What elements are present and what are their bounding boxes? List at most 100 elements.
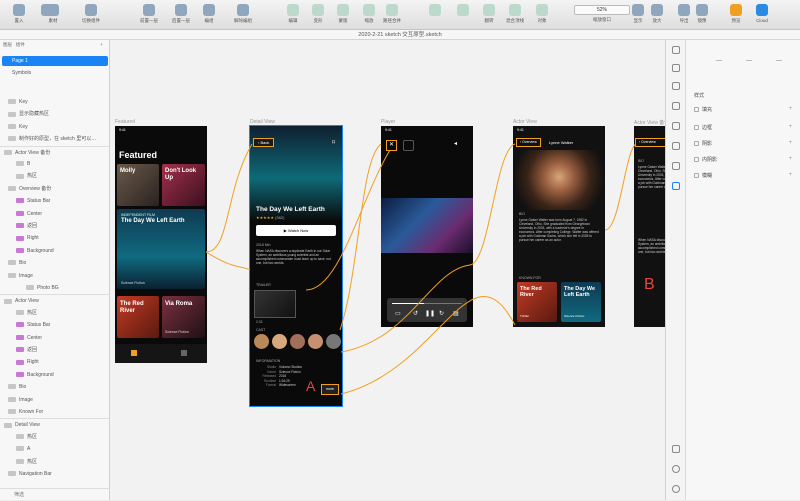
layer-label: 显示隐藏热区 [19, 111, 50, 118]
union-button[interactable]: 路径合并 [375, 3, 409, 29]
settings-icon[interactable] [672, 485, 680, 493]
layer-row[interactable]: 制作好的原型，在 sketch 里可以… [0, 133, 110, 145]
toggle-checkbox[interactable] [694, 141, 699, 146]
inspector-row-label: 样式 [694, 93, 705, 99]
lock-icon[interactable] [776, 60, 782, 61]
layer-row[interactable]: Image [0, 394, 110, 406]
ungroup-button[interactable]: 解除编组 [226, 3, 260, 29]
layer-row[interactable]: Background [0, 245, 110, 257]
union-icon [386, 4, 398, 16]
plugins-icon[interactable] [672, 162, 680, 170]
inspector-row-label[interactable]: 填充 [702, 106, 712, 113]
hotspot-icon [16, 173, 24, 179]
sync-button[interactable]: 镜像 [684, 3, 720, 29]
layer-label: Overview 备份 [19, 185, 52, 192]
toggle-checkbox[interactable] [694, 157, 699, 162]
symbol-icon [16, 334, 24, 340]
toggle-checkbox[interactable] [694, 173, 699, 178]
document-title: 2020-2-21 sketch 交互原型.sketch [0, 30, 800, 40]
swap-button[interactable]: 切换组件 [74, 3, 108, 29]
export-icon[interactable] [672, 142, 680, 150]
tab-layers[interactable]: 图层 [3, 42, 12, 47]
layer-row[interactable]: Key [0, 121, 110, 133]
preview-icon [730, 4, 742, 16]
display-button[interactable]: 显示 [620, 3, 656, 29]
toolbar: 置入 素材 切换组件 前置一层 后置一层 编组 解除编组 编辑 变形 蒙版 缩放 路径合并 翻转 混合顶线… [0, 0, 800, 30]
layer-row[interactable]: A [0, 443, 110, 455]
cloud-button[interactable]: Cloud [744, 3, 780, 29]
inspector-row-label[interactable]: 模糊 [702, 172, 712, 179]
inspector-icon[interactable] [672, 82, 680, 90]
layer-row[interactable]: 热区 [0, 456, 110, 468]
mask-icon [337, 4, 349, 16]
add-page-icon[interactable]: + [100, 40, 103, 50]
ruler-x-icon[interactable] [716, 60, 722, 61]
layer-filter[interactable]: 筛选 [0, 488, 110, 500]
layer-row[interactable]: Right [0, 356, 110, 368]
layer-row[interactable]: 显示隐藏热区 [0, 108, 110, 120]
layer-row[interactable]: Bio [0, 381, 110, 393]
layer-label: Status Bar [27, 322, 51, 329]
layer-row[interactable]: Key [0, 96, 110, 108]
layer-row[interactable]: Navigation Bar [0, 468, 110, 480]
layer-row[interactable]: 热区 [0, 431, 110, 443]
object-button[interactable]: 对象 [525, 3, 559, 29]
canvas[interactable]: Featured 9:41 Featured Molly Don't Look … [110, 40, 669, 500]
layer-label: Center [27, 334, 43, 341]
toolbar-label: 解除编组 [234, 18, 252, 23]
layer-row[interactable]: Image [0, 270, 110, 282]
layer-row[interactable]: Detail View [0, 418, 110, 430]
plus-icon [13, 4, 25, 16]
layer-label: Bio [19, 384, 27, 391]
page-item-page1[interactable]: Page 1 [2, 56, 108, 66]
text-style-icon[interactable] [672, 122, 680, 130]
inspector-row-label[interactable]: 内阴影 [702, 156, 717, 163]
layer-row[interactable]: Background [0, 369, 110, 381]
components-button[interactable]: 素材 [36, 3, 70, 29]
add-icon[interactable]: + [788, 156, 792, 162]
hotspot-icon[interactable] [672, 182, 680, 190]
layer-row[interactable]: B [0, 158, 110, 170]
symbol-icon [16, 198, 24, 204]
add-icon[interactable]: + [788, 106, 792, 112]
inspector-row-label[interactable]: 阴影 [702, 140, 712, 147]
add-icon[interactable]: + [788, 124, 792, 130]
layer-label: Image [19, 272, 33, 279]
layer-row[interactable]: Known For [0, 406, 110, 418]
forward-button[interactable]: 前置一层 [132, 3, 166, 29]
prototype-icon[interactable] [672, 102, 680, 110]
layer-row[interactable]: Status Bar [0, 319, 110, 331]
layer-row[interactable]: 返回 [0, 344, 110, 356]
inspector-row-label[interactable]: 边框 [702, 124, 712, 131]
forward-icon [143, 4, 155, 16]
distribute-icon[interactable] [672, 64, 680, 72]
layer-row[interactable]: 热区 [0, 170, 110, 182]
layer-row[interactable]: Photo BG [0, 282, 110, 294]
toolbar-label: Cloud [756, 18, 768, 23]
align-icon[interactable] [672, 46, 680, 54]
layer-row[interactable]: Right [0, 232, 110, 244]
layer-label: 热区 [27, 309, 38, 316]
layer-row[interactable]: Center [0, 332, 110, 344]
gift-icon[interactable] [672, 445, 680, 453]
layer-row[interactable]: Bio [0, 257, 110, 269]
layer-row[interactable]: Actor View [0, 294, 110, 306]
layer-row[interactable]: Actor View 备份 [0, 145, 110, 158]
layer-row[interactable]: 返回 [0, 220, 110, 232]
tab-components[interactable]: 组件 [16, 42, 25, 47]
add-icon[interactable]: + [788, 140, 792, 146]
toggle-checkbox[interactable] [694, 125, 699, 130]
layer-row[interactable]: 热区 [0, 307, 110, 319]
add-icon[interactable]: + [788, 172, 792, 178]
layer-row[interactable]: Overview 备份 [0, 183, 110, 195]
ungroup-icon [237, 4, 249, 16]
layer-row[interactable]: Center [0, 208, 110, 220]
page-item-symbols[interactable]: Symbols [12, 70, 31, 76]
group-button[interactable]: 编组 [192, 3, 226, 29]
group-icon [203, 4, 215, 16]
help-icon[interactable] [672, 465, 680, 473]
layer-row[interactable]: Status Bar [0, 195, 110, 207]
ruler-y-icon[interactable] [746, 60, 752, 61]
toggle-checkbox[interactable] [694, 107, 699, 112]
layer-label: 热区 [27, 458, 38, 465]
